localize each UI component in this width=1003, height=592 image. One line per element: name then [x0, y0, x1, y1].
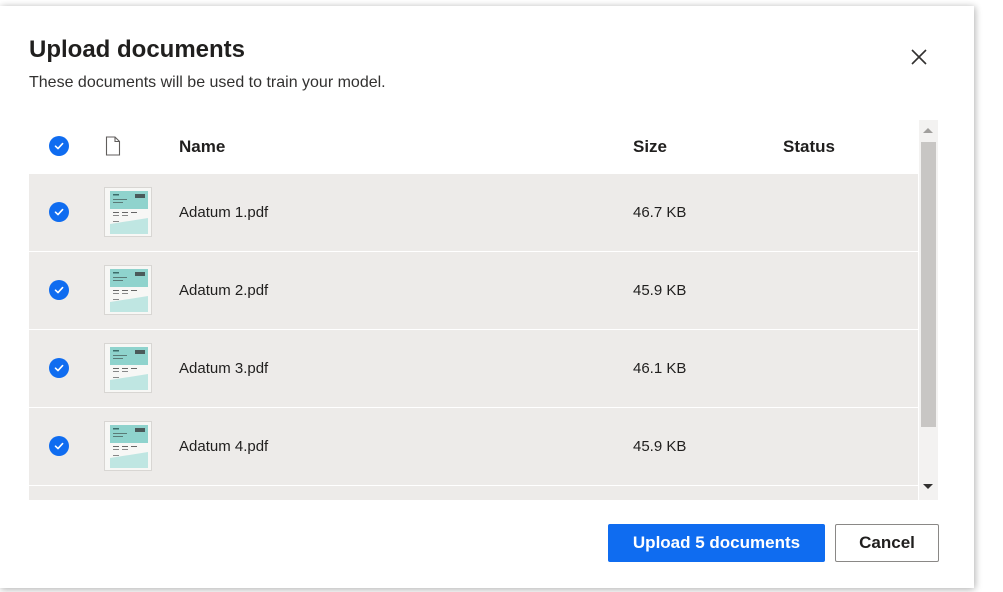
documents-table: Name Size Status Adatum 1.pdf 46.7 KB Ad… [29, 112, 939, 500]
file-name: Adatum 3.pdf [179, 360, 269, 377]
cancel-button[interactable]: Cancel [835, 524, 939, 562]
document-thumbnail [104, 421, 152, 471]
scroll-up-arrow-icon[interactable] [923, 128, 933, 133]
column-header-status[interactable]: Status [783, 136, 835, 158]
row-checkbox[interactable] [49, 202, 69, 222]
close-button[interactable] [904, 42, 934, 72]
checkmark-icon [54, 364, 64, 372]
file-size: 45.9 KB [633, 438, 687, 455]
document-icon [105, 136, 121, 156]
document-preview-icon [105, 422, 151, 470]
table-row[interactable]: Adatum 2.pdf 45.9 KB [29, 252, 918, 330]
upload-documents-button[interactable]: Upload 5 documents [608, 524, 825, 562]
row-checkbox[interactable] [49, 436, 69, 456]
table-row[interactable]: Adatum 4.pdf 45.9 KB [29, 408, 918, 486]
file-size: 45.9 KB [633, 282, 687, 299]
document-preview-icon [105, 266, 151, 314]
document-thumbnail [104, 343, 152, 393]
scroll-down-arrow-icon[interactable] [923, 484, 933, 489]
dialog-subtitle: These documents will be used to train yo… [29, 74, 386, 91]
document-preview-icon [105, 188, 151, 236]
dialog-title: Upload documents [29, 36, 246, 63]
document-thumbnail [104, 265, 152, 315]
checkmark-icon [54, 286, 64, 294]
document-preview-icon [105, 344, 151, 392]
select-all-checkbox[interactable] [49, 136, 69, 156]
table-row[interactable]: Adatum 3.pdf 46.1 KB [29, 330, 918, 408]
file-size: 46.1 KB [633, 360, 687, 377]
checkmark-icon [54, 442, 64, 450]
close-icon [911, 49, 927, 65]
row-checkbox[interactable] [49, 358, 69, 378]
file-name: Adatum 4.pdf [179, 438, 269, 455]
file-name: Adatum 1.pdf [179, 204, 269, 221]
column-header-name[interactable]: Name [179, 136, 225, 158]
file-type-column [104, 136, 122, 161]
file-size: 46.7 KB [633, 204, 687, 221]
table-row[interactable]: Adatum 1.pdf 46.7 KB [29, 174, 918, 252]
checkmark-icon [54, 208, 64, 216]
table-rows: Adatum 1.pdf 46.7 KB Adatum 2.pdf 45.9 K… [29, 174, 918, 500]
file-name: Adatum 2.pdf [179, 282, 269, 299]
scrollbar-thumb[interactable] [921, 142, 936, 427]
upload-dialog: Upload documents These documents will be… [0, 6, 974, 588]
row-checkbox[interactable] [49, 280, 69, 300]
column-header-size[interactable]: Size [633, 136, 667, 158]
checkmark-icon [54, 142, 64, 150]
table-header: Name Size Status [29, 112, 918, 174]
document-thumbnail [104, 187, 152, 237]
table-row[interactable] [29, 486, 918, 500]
table-scrollbar[interactable] [919, 120, 938, 500]
